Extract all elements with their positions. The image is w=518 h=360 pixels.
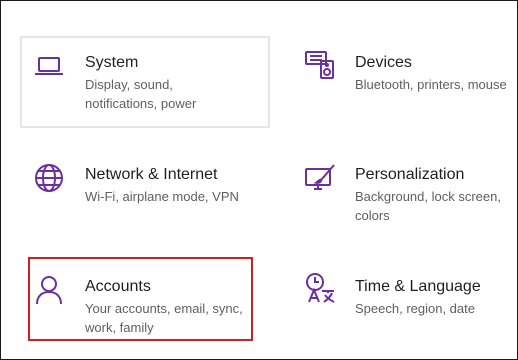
person-icon (32, 273, 66, 307)
tile-description: Display, sound, notifications, power (85, 77, 197, 111)
settings-window: System Display, sound, notifications, po… (0, 0, 518, 360)
personalization-icon (303, 161, 337, 195)
time-language-icon (303, 271, 337, 305)
laptop-icon (32, 49, 66, 83)
tile-title: Personalization (355, 166, 465, 183)
globe-icon (32, 161, 66, 195)
tile-description: Bluetooth, printers, mouse (355, 77, 507, 92)
devices-icon (303, 47, 337, 81)
tile-title: Network & Internet (85, 166, 218, 183)
tile-description: Your accounts, email, sync, work, family (85, 301, 243, 335)
tile-title: System (85, 54, 139, 71)
tile-description: Speech, region, date (355, 301, 475, 316)
tile-description: Wi-Fi, airplane mode, VPN (85, 189, 239, 204)
tile-title: Accounts (85, 278, 151, 295)
tile-description: Background, lock screen, colors (355, 189, 501, 223)
tile-title: Time & Language (355, 278, 481, 295)
tile-title: Devices (355, 54, 412, 71)
